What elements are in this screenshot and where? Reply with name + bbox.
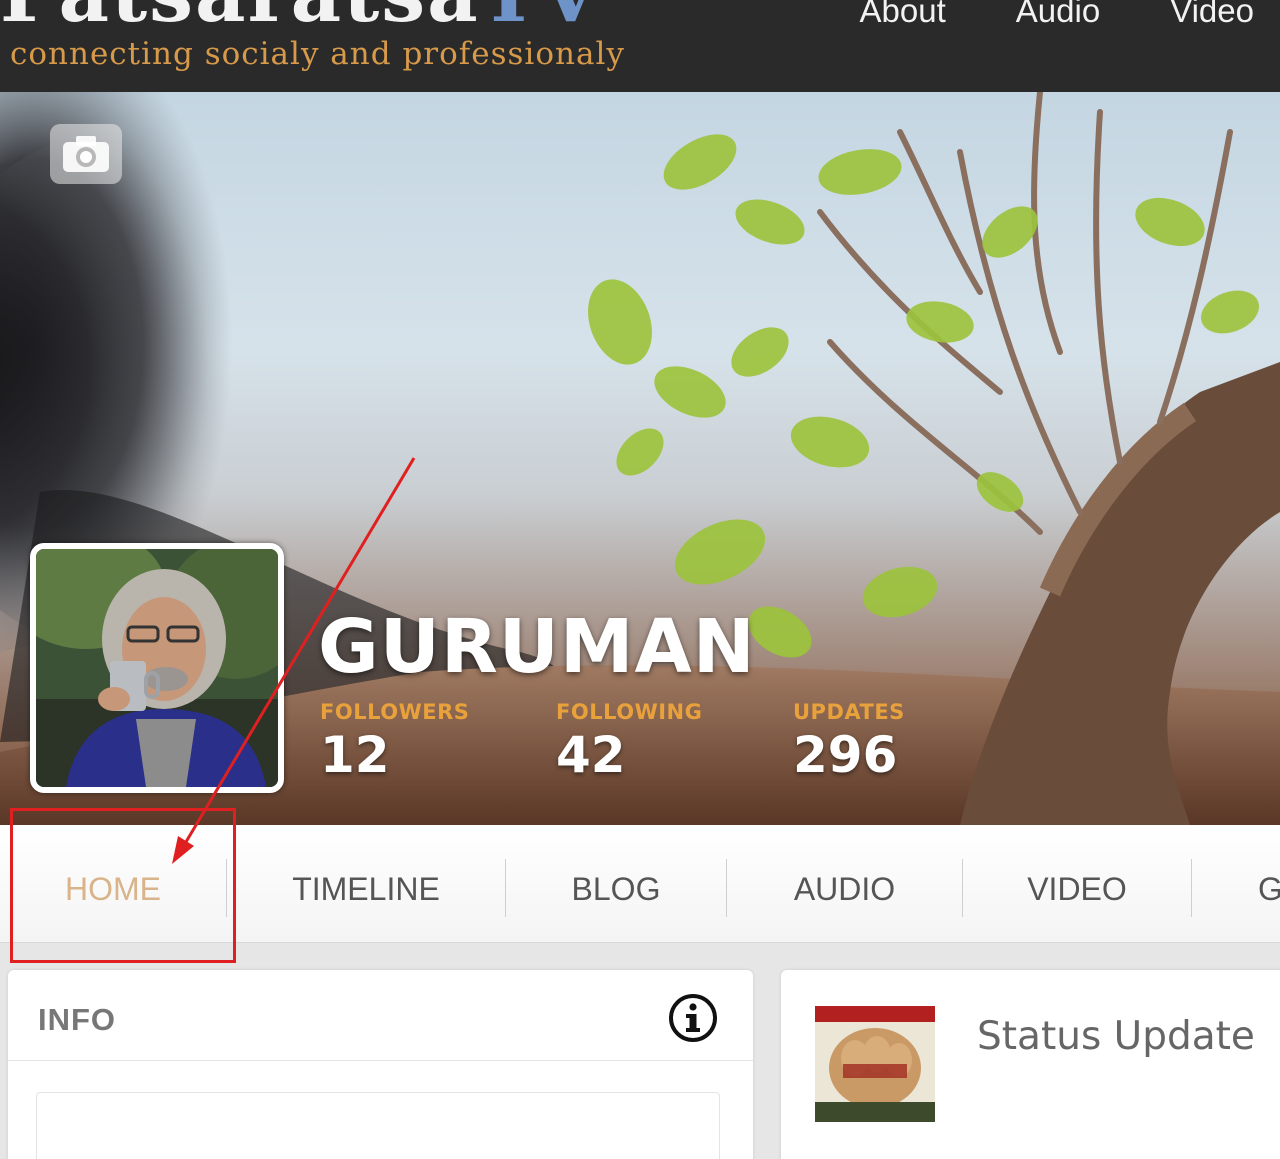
following-stat[interactable]: FOLLOWING 42 bbox=[556, 700, 702, 784]
followers-label: FOLLOWERS bbox=[320, 700, 470, 724]
change-cover-button[interactable] bbox=[50, 124, 122, 184]
updates-stat[interactable]: UPDATES 296 bbox=[793, 700, 905, 784]
info-divider bbox=[8, 1060, 753, 1061]
info-content bbox=[36, 1092, 720, 1159]
tab-video[interactable]: VIDEO bbox=[963, 825, 1191, 943]
info-icon[interactable] bbox=[667, 992, 719, 1044]
tab-timeline[interactable]: TIMELINE bbox=[227, 825, 505, 943]
following-count: 42 bbox=[556, 726, 626, 784]
tab-blog[interactable]: BLOG bbox=[506, 825, 726, 943]
camera-icon bbox=[63, 136, 109, 172]
tab-audio[interactable]: AUDIO bbox=[727, 825, 962, 943]
site-header: PatsaratsaTV connecting socialy and prof… bbox=[0, 0, 1280, 92]
followers-stat[interactable]: FOLLOWERS 12 bbox=[320, 700, 469, 784]
avatar-image bbox=[36, 549, 278, 787]
cover-photo: GURUMAN FOLLOWERS 12 FOLLOWING 42 UPDATE… bbox=[0, 92, 1280, 825]
status-update-title: Status Update bbox=[977, 1014, 1255, 1059]
top-nav-audio[interactable]: Audio bbox=[1016, 0, 1100, 30]
profile-tabs: HOME TIMELINE BLOG AUDIO VIDEO G bbox=[0, 825, 1280, 943]
top-nav: About Audio Video bbox=[860, 0, 1254, 30]
status-thumbnail-image bbox=[815, 1006, 935, 1122]
site-logo[interactable]: PatsaratsaTV bbox=[0, 0, 602, 34]
profile-username: GURUMAN bbox=[318, 604, 756, 690]
info-panel-title: INFO bbox=[38, 1002, 117, 1037]
top-nav-video[interactable]: Video bbox=[1170, 0, 1254, 30]
site-tagline: connecting socialy and professionaly bbox=[10, 36, 625, 72]
info-panel: INFO bbox=[8, 970, 753, 1159]
tab-home[interactable]: HOME bbox=[0, 825, 226, 943]
updates-count: 296 bbox=[793, 726, 898, 784]
updates-label: UPDATES bbox=[793, 700, 905, 724]
profile-avatar[interactable] bbox=[30, 543, 284, 793]
following-label: FOLLOWING bbox=[556, 700, 703, 724]
site-logo-suffix: TV bbox=[480, 0, 603, 40]
status-thumbnail[interactable] bbox=[815, 1006, 935, 1122]
tab-g[interactable]: G bbox=[1192, 825, 1280, 943]
followers-count: 12 bbox=[320, 726, 390, 784]
top-nav-about[interactable]: About bbox=[860, 0, 946, 30]
site-logo-text: Patsaratsa bbox=[0, 0, 480, 40]
status-panel: Status Update bbox=[781, 970, 1280, 1159]
